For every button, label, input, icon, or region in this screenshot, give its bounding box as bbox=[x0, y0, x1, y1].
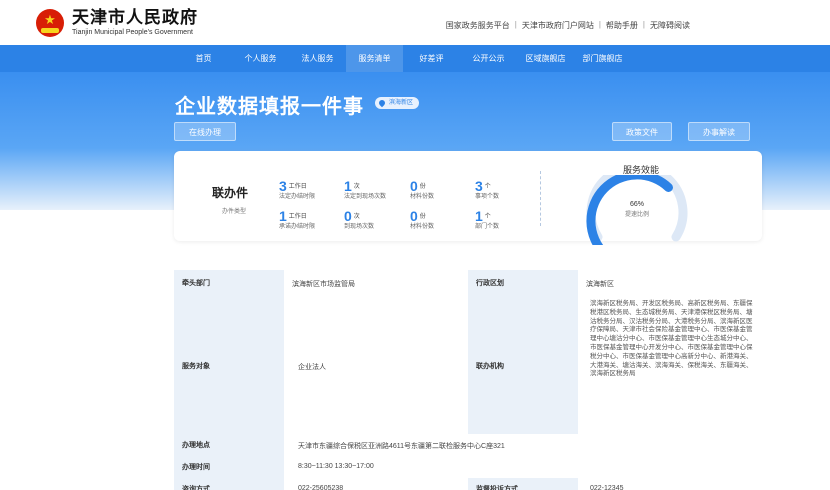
top-links: 国家政务服务平台 | 天津市政府门户网站 | 帮助手册 | 无障碍阅读 bbox=[445, 20, 690, 31]
nav-department-store[interactable]: 部门旗舰店 bbox=[574, 45, 631, 72]
logo-subtitle: Tianjin Municipal People's Government bbox=[72, 29, 193, 36]
table-row: 办理地点 天津市东疆综合保税区亚洲路4611号东疆第二联检服务中心C座321 bbox=[174, 434, 762, 456]
site-logo[interactable]: 天津市人民政府 Tianjin Municipal People's Gover… bbox=[36, 9, 198, 37]
top-link-city-portal[interactable]: 天津市政府门户网站 bbox=[522, 20, 594, 31]
lead-dept-value: 滨海新区市场监管局 bbox=[284, 270, 468, 296]
nav-regional-store[interactable]: 区域旗舰店 bbox=[517, 45, 574, 72]
page-title: 企业数据填报一件事 bbox=[175, 96, 364, 118]
table-row: 牵头部门 滨海新区市场监管局 行政区划 滨海新区 bbox=[174, 270, 762, 296]
top-link-national-platform[interactable]: 国家政务服务平台 bbox=[446, 20, 510, 31]
time-label: 办理时间 bbox=[174, 456, 284, 478]
site-header: 天津市人民政府 Tianjin Municipal People's Gover… bbox=[0, 0, 830, 45]
region-value: 滨海新区 bbox=[578, 270, 762, 296]
efficiency-label: 提速比例 bbox=[624, 212, 649, 218]
nav-public-notice[interactable]: 公开公示 bbox=[460, 45, 517, 72]
efficiency-percent: 66% bbox=[629, 201, 644, 208]
region-badge-label: 滨海新区 bbox=[389, 100, 414, 106]
case-type-label: 办件类型 bbox=[222, 209, 247, 215]
complaint-label: 监督投诉方式 bbox=[468, 478, 578, 490]
case-type-value: 联办件 bbox=[212, 186, 249, 200]
national-emblem-icon bbox=[36, 9, 64, 37]
stat-legal-visits: 1次 法定到现场次数 bbox=[344, 178, 387, 200]
region-badge: 滨海新区 bbox=[375, 97, 420, 109]
joint-agencies-value: 滨海新区税务局、开发区税务局、高新区税务局、东疆保税港区税务局、生态城税务局、天… bbox=[578, 296, 762, 434]
joint-agencies-label: 联办机构 bbox=[468, 296, 578, 434]
stat-dept-count: 1个 部门个数 bbox=[475, 208, 500, 230]
complaint-value: 022-12345 bbox=[578, 478, 762, 490]
address-value: 天津市东疆综合保税区亚洲路4611号东疆第二联检服务中心C座321 bbox=[284, 434, 762, 456]
address-label: 办理地点 bbox=[174, 434, 284, 456]
logo-title: 天津市人民政府 bbox=[72, 8, 198, 27]
stat-visits: 0次 到现场次数 bbox=[344, 208, 375, 230]
nav-personal-services[interactable]: 个人服务 bbox=[232, 45, 289, 72]
stat-promised-deadline: 1 工作日 承诺办结时限 bbox=[279, 208, 316, 230]
nav-service-list[interactable]: 服务清单 bbox=[346, 45, 403, 72]
target-value: 企业法人 bbox=[284, 296, 468, 434]
interpretation-button[interactable]: 办事解读 bbox=[688, 122, 750, 141]
stat-materials-2: 0份 材料份数 bbox=[410, 208, 435, 230]
stat-materials: 0份 材料份数 bbox=[410, 178, 435, 200]
table-row: 办理时间 8:30~11:30 13:30~17:00 bbox=[174, 456, 762, 478]
top-link-help-manual[interactable]: 帮助手册 bbox=[606, 20, 638, 31]
table-row: 咨询方式 022-25605238 监督投诉方式 022-12345 bbox=[174, 478, 762, 490]
stats-card: 联办件 办件类型 3 工作日 法定办结时限 1次 法定到现场次数 0份 材料份数 … bbox=[174, 151, 762, 245]
main-nav: 首页 个人服务 法人服务 服务清单 好差评 公开公示 区域旗舰店 部门旗舰店 bbox=[0, 45, 830, 72]
target-label: 服务对象 bbox=[174, 296, 284, 434]
region-label: 行政区划 bbox=[468, 270, 578, 296]
contact-value: 022-25605238 bbox=[284, 478, 468, 490]
stats-divider bbox=[540, 171, 541, 226]
location-pin-icon bbox=[377, 98, 387, 108]
info-table: 牵头部门 滨海新区市场监管局 行政区划 滨海新区 服务对象 企业法人 联办机构 … bbox=[174, 270, 762, 490]
online-apply-button[interactable]: 在线办理 bbox=[174, 122, 236, 141]
contact-label: 咨询方式 bbox=[174, 478, 284, 490]
nav-corporate-services[interactable]: 法人服务 bbox=[289, 45, 346, 72]
table-row: 服务对象 企业法人 联办机构 滨海新区税务局、开发区税务局、高新区税务局、东疆保… bbox=[174, 296, 762, 434]
time-value: 8:30~11:30 13:30~17:00 bbox=[284, 456, 762, 478]
stat-item-count: 3个 事项个数 bbox=[475, 178, 500, 200]
policy-docs-button[interactable]: 政策文件 bbox=[612, 122, 672, 141]
stat-legal-deadline: 3 工作日 法定办结时限 bbox=[279, 178, 316, 200]
lead-dept-label: 牵头部门 bbox=[174, 270, 284, 296]
top-link-accessibility[interactable]: 无障碍阅读 bbox=[650, 20, 690, 31]
nav-rating[interactable]: 好差评 bbox=[403, 45, 460, 72]
nav-home[interactable]: 首页 bbox=[175, 45, 232, 72]
